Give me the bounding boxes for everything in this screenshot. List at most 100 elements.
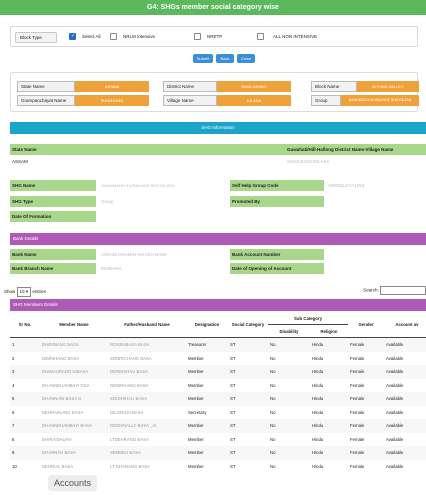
cell-religion: Hindu bbox=[312, 355, 324, 361]
cell-father-name: DERINSHAU BASA bbox=[108, 365, 186, 379]
bank-name-value: ASSAM GRAMIN VIKASH BANK bbox=[99, 249, 227, 260]
cell-member-name: DHANNEHAMBAYI GSA bbox=[42, 382, 90, 388]
cell-srno: 7 bbox=[10, 419, 40, 433]
block-name-value: DIYUNG VALLEY bbox=[357, 81, 419, 92]
group-label: Group bbox=[311, 95, 341, 106]
table-row: 3 DHIMAURANG NIBASA DERINSHAU BASA Member ST… bbox=[10, 365, 426, 379]
cell-designation: Member bbox=[188, 355, 204, 361]
path-column: Guwahati/Hill-Haflong District Name-Vill… bbox=[285, 144, 425, 155]
cell-account: Available bbox=[386, 409, 404, 415]
cell-account: Available bbox=[384, 419, 426, 433]
members-table: Sr No. Member Name Father/Husband Name D… bbox=[10, 312, 426, 473]
block-type-filter: Block Type Select All NRLM Intensive NRE… bbox=[10, 26, 418, 47]
shg-information-header: SHG Information bbox=[10, 122, 426, 134]
table-row: 1 DHIRINANG BASA RONSHBASA BASA Treasurer ST… bbox=[10, 337, 426, 352]
state-name-column: State Name bbox=[10, 144, 130, 155]
cell-religion: Hindu bbox=[310, 446, 348, 460]
table-row: 8 DHIRAIDAUAH LTDEHRANG BASA Member ST No Hind… bbox=[10, 433, 426, 447]
cell-srno: 5 bbox=[10, 392, 40, 406]
select-all-checkbox[interactable] bbox=[69, 33, 76, 40]
cell-father-name: SEMBEH BASA bbox=[108, 446, 186, 460]
table-row: 6 DEHRAINANG BASA DILONGDI BASA Secretary ST… bbox=[10, 406, 426, 420]
cell-father-name: LTDEHRANG BASA bbox=[110, 436, 149, 442]
table-row: 9 DHANNAH BASA SEMBEH BASA Member ST No Hindu F… bbox=[10, 446, 426, 460]
block-name-label: Block Name bbox=[311, 81, 357, 92]
cell-srno: 6 bbox=[12, 409, 15, 415]
cell-designation: Secretary bbox=[188, 409, 207, 415]
col-father-name[interactable]: Father/Husband Name bbox=[108, 312, 186, 338]
cell-designation: Member bbox=[186, 392, 228, 406]
cell-social-category: ST bbox=[228, 419, 268, 433]
table-row: 10 DEHRIAL BASA LT DHANANG BASA Member ST No H… bbox=[10, 460, 426, 474]
cell-designation: Member bbox=[186, 365, 228, 379]
col-social-category[interactable]: Social Category bbox=[228, 312, 268, 338]
cell-account: Available bbox=[384, 446, 426, 460]
cell-social-category: ST bbox=[228, 337, 268, 352]
cell-social-category: ST bbox=[230, 355, 236, 361]
col-srno[interactable]: Sr No. bbox=[10, 312, 40, 338]
block-type-label: Block Type bbox=[15, 32, 57, 43]
date-of-opening-value bbox=[326, 263, 426, 274]
cell-gender: Female bbox=[348, 337, 384, 352]
district-name-label: District Name bbox=[163, 81, 217, 92]
all-non-intensive-checkbox[interactable] bbox=[257, 33, 264, 40]
cell-social-category: ST bbox=[228, 446, 268, 460]
village-name-label: Village Name bbox=[163, 95, 217, 106]
cell-religion: Hindu bbox=[310, 337, 348, 352]
cell-father-name: DILONGDI BASA bbox=[110, 409, 144, 415]
back-button[interactable]: Back bbox=[216, 54, 234, 63]
chevron-down-icon: ▾ bbox=[25, 289, 29, 294]
cell-member-name: DHANNAH BASA bbox=[40, 446, 108, 460]
col-religion[interactable]: Religion bbox=[310, 324, 348, 338]
date-of-formation-value bbox=[99, 211, 227, 222]
cell-disability: No bbox=[268, 419, 310, 433]
search-input[interactable] bbox=[380, 286, 426, 295]
district-name-value: DIMA HASAO bbox=[217, 81, 291, 92]
nrlm-intensive-label: NRLM Intensive bbox=[123, 34, 156, 39]
entries-label: entries bbox=[32, 289, 46, 294]
cell-srno: 3 bbox=[10, 365, 40, 379]
col-designation[interactable]: Designation bbox=[186, 312, 228, 338]
cell-gender: Female bbox=[350, 382, 365, 388]
nretp-checkbox[interactable] bbox=[194, 33, 201, 40]
bank-branch-name-value: MAIBANG bbox=[99, 263, 227, 274]
entries-select[interactable]: 10 ▾ bbox=[16, 287, 32, 297]
self-help-group-code-label: Self Help Group Code bbox=[230, 180, 324, 191]
table-row: 5 DHANNANI BASA G SOUNSHAU BASA Member ST No H… bbox=[10, 392, 426, 406]
col-disability[interactable]: Disability bbox=[268, 324, 310, 338]
cell-disability: No bbox=[270, 409, 276, 415]
cell-disability: No bbox=[270, 382, 276, 388]
grampanchayat-name-value: SUNGJUNG bbox=[75, 95, 149, 106]
submit-button[interactable]: Submit bbox=[193, 54, 213, 63]
cell-member-name: DHIMAURANG NIBASA bbox=[40, 365, 108, 379]
cell-account: Available bbox=[384, 392, 426, 406]
grampanchayat-name-label: Grampanchayat Name bbox=[17, 95, 75, 106]
state-name-label: State Name bbox=[17, 81, 75, 92]
col-member-name[interactable]: Member Name bbox=[40, 312, 108, 338]
cell-srno: 10 bbox=[12, 463, 17, 469]
cell-religion: Hindu bbox=[312, 409, 324, 415]
location-panel: State Name ASSAM District Name DIMA HASA… bbox=[10, 72, 419, 112]
nrlm-intensive-checkbox[interactable] bbox=[110, 33, 117, 40]
self-help-group-code-value: 190001LEYA1053 bbox=[326, 180, 426, 191]
cell-member-name: DHANNANI BASA G bbox=[40, 392, 108, 406]
cell-religion: Hindu bbox=[312, 436, 324, 442]
cell-designation: Member bbox=[188, 382, 204, 388]
col-gender[interactable]: Gender bbox=[348, 312, 384, 338]
cell-gender: Female bbox=[350, 463, 365, 469]
promoted-by-label: Promoted By bbox=[230, 196, 324, 207]
cell-disability: No bbox=[270, 355, 276, 361]
cell-designation: Treasurer bbox=[186, 337, 228, 352]
close-button[interactable]: Close bbox=[237, 54, 255, 63]
cell-account: Available bbox=[386, 355, 404, 361]
cell-account: Available bbox=[384, 365, 426, 379]
cell-account: Available bbox=[386, 436, 404, 442]
page-title: G4: SHGs member social category wise bbox=[0, 0, 426, 15]
cell-designation: Member bbox=[186, 419, 228, 433]
col-account[interactable]: Account av bbox=[384, 312, 426, 338]
cell-social-category: ST bbox=[230, 382, 236, 388]
cell-father-name: LT DHANANG BASA bbox=[110, 463, 150, 469]
table-row: 4 DHANNEHAMBAYI GSA DENIRHANG BASA Member ST… bbox=[10, 379, 426, 393]
cell-religion: Hindu bbox=[310, 419, 348, 433]
cell-religion: Hindu bbox=[312, 382, 324, 388]
